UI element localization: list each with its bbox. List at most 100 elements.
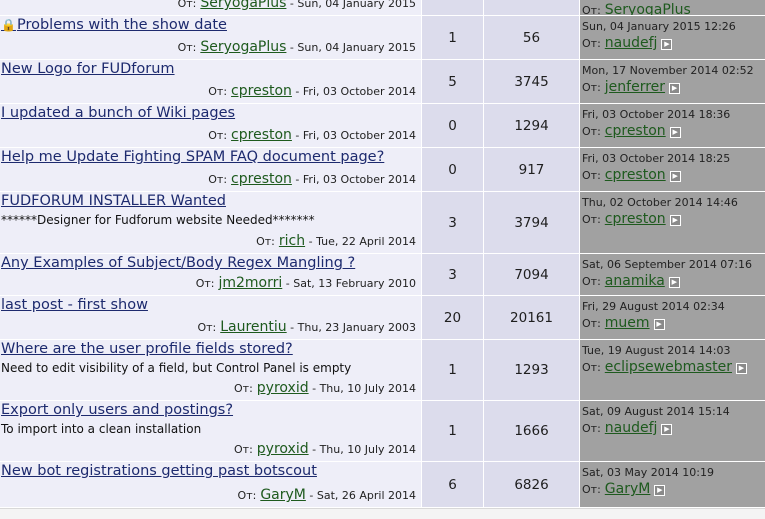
byline-prefix: От: [234,443,253,456]
goto-last-post-icon[interactable]: ▶ [653,319,665,330]
topic-author-link[interactable]: cpreston [231,127,292,143]
last-poster-link[interactable]: cpreston [605,123,666,139]
topic-author-link[interactable]: cpreston [231,171,292,187]
goto-last-post-icon[interactable]: ▶ [661,424,673,435]
last-message-date: Fri, 03 October 2014 18:25 [582,152,731,165]
last-poster-link[interactable]: anamika [605,273,665,289]
topic-title-link[interactable]: Any Examples of Subject/Body Regex Mangl… [1,255,355,271]
byline-separator: - [305,489,317,502]
views-cell: 917 [484,148,579,191]
last-poster-link[interactable]: cpreston [605,211,666,227]
topic-title-link[interactable]: New bot registrations getting past botsc… [1,463,317,479]
topic-author-link[interactable]: pyroxid [257,380,309,396]
topic-author-link[interactable]: SeryogaPlus [200,0,286,11]
last-poster-link[interactable]: GaryM [605,481,651,497]
views-cell: 7094 [484,254,579,295]
topic-author-link[interactable]: jm2morri [218,275,282,291]
last-poster-link[interactable]: naudefj [605,35,658,51]
topic-row: 🔒Problems with the show date От: SeryogaPl… [0,16,765,60]
goto-last-post-icon[interactable]: ▶ [669,83,681,94]
views-cell: 56 [484,16,579,59]
topic-author-link[interactable]: cpreston [231,83,292,99]
topic-author-link[interactable]: pyroxid [257,441,309,457]
goto-last-post-icon[interactable]: ▶ [654,485,666,496]
last-poster-link[interactable]: eclipsewebmaster [605,359,732,375]
byline-prefix: От: [208,129,228,142]
last-message-byline: От: muem ▶ [582,315,665,331]
topic-byline: От: pyroxid - Thu, 10 July 2014 [234,380,416,396]
last-message-date: Sat, 09 August 2014 15:14 [582,405,730,418]
views-count: 3745 [514,73,549,90]
last-message-byline: От: cpreston ▶ [582,167,681,183]
topic-date: Fri, 03 October 2014 [302,129,416,142]
topic-title-link[interactable]: New Logo for FUDforum [1,61,175,77]
byline-prefix: От: [582,422,601,435]
byline-separator: - [308,382,320,395]
last-message-date: Thu, 02 October 2014 14:46 [582,196,738,209]
lock-icon: 🔒 [1,18,16,32]
byline-prefix: От: [582,361,601,374]
topic-author-link[interactable]: GaryM [260,487,306,503]
topic-title-link[interactable]: Where are the user profile fields stored… [1,341,293,357]
goto-last-post-icon[interactable]: ▶ [669,171,681,182]
last-message-cell: Thu, 02 October 2014 14:46 От: cpreston ▶ [580,192,765,253]
byline-prefix: От: [582,81,601,94]
views-cell: 20161 [484,296,579,339]
last-poster-link[interactable]: jenferrer [605,79,665,95]
byline-separator: - [286,0,298,10]
last-message-cell: От: SeryogaPlus [580,0,765,15]
topic-author-link[interactable]: Laurentiu [220,319,286,335]
views-cell: 6826 [484,462,579,507]
topic-title-text: Where are the user profile fields stored… [1,341,293,357]
last-message-date: Sat, 03 May 2014 10:19 [582,466,714,479]
last-poster-link[interactable]: muem [605,315,650,331]
topic-title-text: Export only users and postings? [1,402,234,418]
replies-cell: 20 [422,296,483,339]
last-message-cell: Mon, 17 November 2014 02:52 От: jenferrer ▶ [580,60,765,103]
last-message-byline: От: naudefj ▶ [582,420,673,436]
topic-title-link[interactable]: I updated a bunch of Wiki pages [1,105,235,121]
byline-separator: - [305,235,317,248]
topic-row: Export only users and postings? To import… [0,401,765,462]
topic-author-link[interactable]: rich [279,233,305,249]
last-poster-link[interactable]: naudefj [605,420,658,436]
topic-date: Sat, 26 April 2014 [316,489,416,502]
views-count: 20161 [510,309,553,326]
last-message-date: Sat, 06 September 2014 07:16 [582,258,753,271]
replies-count: 5 [448,73,457,90]
goto-last-post-icon[interactable]: ▶ [669,215,681,226]
topic-author-link[interactable]: SeryogaPlus [200,39,286,55]
goto-last-post-icon[interactable]: ▶ [669,127,681,138]
topic-title-link[interactable]: Export only users and postings? [1,402,233,418]
replies-cell: 6 [422,462,483,507]
topic-byline: От: GaryM - Sat, 26 April 2014 [238,487,416,503]
byline-prefix: От: [582,4,601,15]
last-message-byline: От: jenferrer ▶ [582,79,681,95]
topic-title-link[interactable]: last post - first show [1,297,148,313]
topic-date: Sat, 13 February 2010 [293,277,416,290]
views-count: 56 [522,29,541,46]
byline-prefix: От: [177,41,197,54]
last-message-byline: От: GaryM ▶ [582,481,666,497]
topic-title-text: I updated a bunch of Wiki pages [1,105,236,121]
topic-cell: New Logo for FUDforum От: cpreston - Fri, … [0,60,421,103]
byline-prefix: От: [208,173,228,186]
topic-row: last post - first show От: Laurentiu - Thu… [0,296,765,340]
last-poster-link[interactable]: SeryogaPlus [605,2,691,15]
replies-count: 6 [448,476,457,493]
replies-count: 20 [443,309,462,326]
views-count: 3794 [514,214,549,231]
topic-title-link[interactable]: 🔒Problems with the show date [1,17,227,33]
views-cell: 1294 [484,104,579,147]
goto-last-post-icon[interactable]: ▶ [661,39,673,50]
topic-date: Fri, 03 October 2014 [302,173,416,186]
topic-byline: От: Laurentiu - Thu, 23 January 2003 [197,319,416,335]
topic-byline: От: SeryogaPlus - Sun, 04 January 2015 [178,39,416,55]
topic-row: Any Examples of Subject/Body Regex Mangl… [0,254,765,296]
goto-last-post-icon[interactable]: ▶ [668,277,680,288]
goto-last-post-icon[interactable]: ▶ [735,363,747,374]
topic-title-link[interactable]: FUDFORUM INSTALLER Wanted [1,193,226,209]
topic-title-link[interactable]: Help me Update Fighting SPAM FAQ documen… [1,149,384,165]
replies-cell [422,0,483,15]
last-poster-link[interactable]: cpreston [605,167,666,183]
